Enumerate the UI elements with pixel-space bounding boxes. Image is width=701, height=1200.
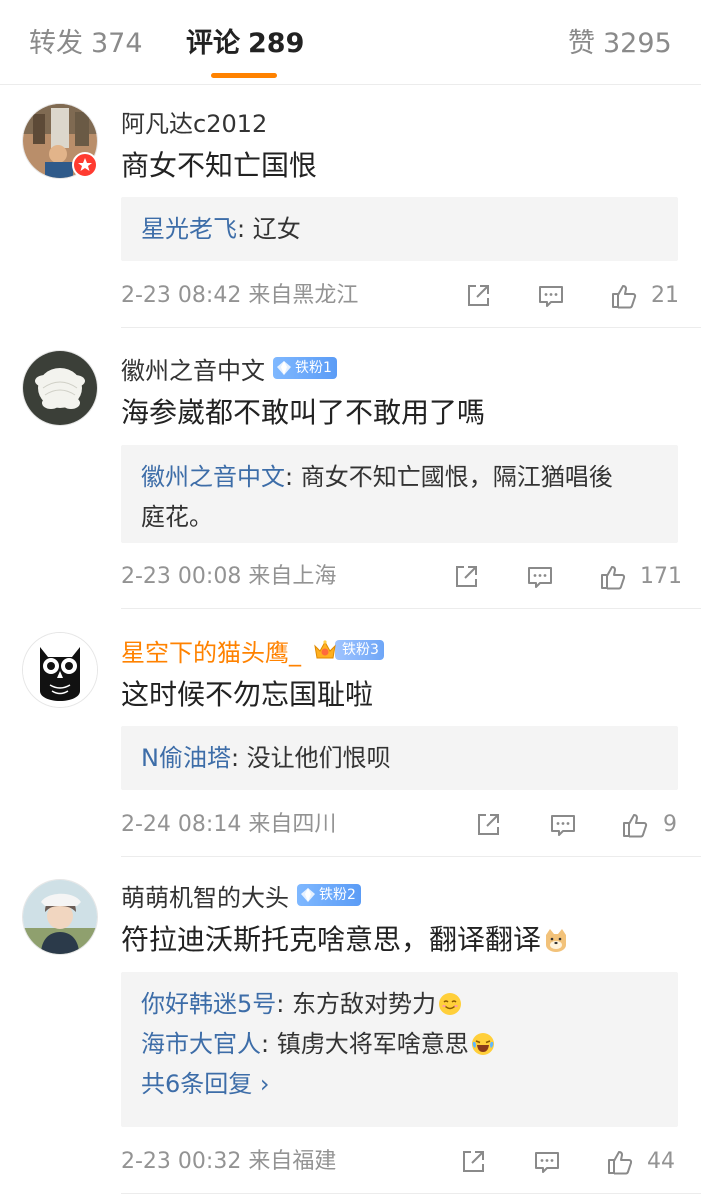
username[interactable]: 徽州之音中文 xyxy=(121,351,265,386)
reply-text-continued: 庭花。 xyxy=(141,503,213,531)
avatar[interactable] xyxy=(23,633,97,707)
laugh-cry-emoji-icon xyxy=(471,1033,494,1055)
tab-comments-label: 评论 xyxy=(186,28,240,59)
comment-location: 来自黑龙江 xyxy=(248,283,359,308)
comment-location: 来自福建 xyxy=(248,1149,337,1174)
comment-location: 来自上海 xyxy=(248,564,337,589)
comment-time: 2-23 00:32 xyxy=(121,1149,242,1174)
username-row: 星空下的猫头鹰_ 铁粉3 xyxy=(121,633,384,667)
tab-repost-label: 转发 xyxy=(29,28,83,59)
comment-icon[interactable] xyxy=(537,282,565,310)
fan-gem-icon xyxy=(277,361,291,375)
username[interactable]: 阿凡达c2012 xyxy=(121,104,267,139)
reply-text: : 辽女 xyxy=(237,215,301,243)
reply-author[interactable]: 你好韩迷5号 xyxy=(141,990,276,1018)
crown-icon xyxy=(314,640,336,659)
comment-time: 2-23 08:42 xyxy=(121,283,242,308)
tab-repost[interactable]: 转发 374 xyxy=(29,24,143,64)
fan-badge-label: 铁粉3 xyxy=(335,640,384,660)
comment-time: 2-24 08:14 xyxy=(121,812,242,837)
comment-meta: 2-23 00:08 来自上海 xyxy=(121,559,336,595)
tab-comments[interactable]: 评论 289 xyxy=(186,24,304,64)
reply-author[interactable]: 星光老飞 xyxy=(141,215,237,243)
reply-author[interactable]: 海市大官人 xyxy=(141,1030,261,1058)
fan-badge: 铁粉3 xyxy=(311,638,384,662)
divider xyxy=(121,856,701,857)
reply-text: : 东方敌对势力 xyxy=(276,990,436,1018)
meta-row: 2-23 08:42 来自黑龙江 21 xyxy=(121,278,679,314)
active-tab-indicator xyxy=(211,73,277,78)
verified-badge-icon xyxy=(72,152,98,178)
like-icon[interactable] xyxy=(610,282,638,310)
like-count: 21 xyxy=(651,283,679,308)
comment-time: 2-23 00:08 xyxy=(121,564,242,589)
comment-meta: 2-24 08:14 来自四川 xyxy=(121,807,336,843)
meta-row: 2-23 00:32 来自福建 44 xyxy=(121,1144,677,1180)
comment-text-body: 符拉迪沃斯托克啥意思，翻译翻译 xyxy=(121,923,542,956)
comment-meta: 2-23 00:32 来自福建 xyxy=(121,1144,336,1180)
tab-comments-count: 289 xyxy=(248,28,305,59)
fan-gem-icon xyxy=(301,888,315,902)
reply-line: 徽州之音中文: 商女不知亡國恨，隔江猶唱後 xyxy=(141,457,658,497)
comment-text: 符拉迪沃斯托克啥意思，翻译翻译 xyxy=(121,920,569,960)
fan-badge: 铁粉1 xyxy=(273,357,337,379)
fan-badge-label: 铁粉2 xyxy=(319,887,356,903)
avatar[interactable] xyxy=(23,351,97,425)
reply-author[interactable]: N偷油塔 xyxy=(141,744,231,772)
share-icon[interactable] xyxy=(464,282,492,310)
like-icon[interactable] xyxy=(599,563,627,591)
username[interactable]: 萌萌机智的大头 xyxy=(121,878,289,913)
reply-line: N偷油塔: 没让他们恨呗 xyxy=(141,738,658,778)
tab-likes[interactable]: 赞 3295 xyxy=(568,24,672,64)
username[interactable]: 星空下的猫头鹰_ xyxy=(121,633,301,668)
like-count: 9 xyxy=(663,812,677,837)
username-row: 阿凡达c2012 xyxy=(121,104,267,138)
comment-text: 商女不知亡国恨 xyxy=(121,149,318,182)
comment-text: 这时候不勿忘国耻啦 xyxy=(121,678,374,711)
reply-line: 海市大官人: 镇虏大将军啥意思 xyxy=(141,1024,658,1064)
comment-icon[interactable] xyxy=(526,563,554,591)
share-icon[interactable] xyxy=(474,811,502,839)
tab-bar: 转发 374 评论 289 赞 3295 xyxy=(0,0,701,85)
share-icon[interactable] xyxy=(459,1148,487,1176)
comment-text: 海参崴都不敢叫了不敢用了嗎 xyxy=(121,396,486,429)
meta-row: 2-24 08:14 来自四川 9 xyxy=(121,807,677,843)
comment-meta: 2-23 08:42 来自黑龙江 xyxy=(121,278,358,314)
doge-emoji-icon xyxy=(546,929,567,952)
reply-box[interactable]: 你好韩迷5号: 东方敌对势力 海市大官人: 镇虏大将军啥意思 共6条回复 › xyxy=(121,972,678,1127)
reply-box[interactable]: 星光老飞: 辽女 xyxy=(121,197,678,261)
divider xyxy=(121,327,701,328)
reply-box[interactable]: 徽州之音中文: 商女不知亡國恨，隔江猶唱後 庭花。 xyxy=(121,445,678,543)
reply-text: : 商女不知亡國恨，隔江猶唱後 xyxy=(285,463,613,491)
reply-author[interactable]: 徽州之音中文 xyxy=(141,463,285,491)
like-count: 44 xyxy=(647,1149,675,1174)
reply-box[interactable]: N偷油塔: 没让他们恨呗 xyxy=(121,726,678,790)
smile-emoji-icon xyxy=(439,993,461,1015)
comment-icon[interactable] xyxy=(549,811,577,839)
avatar[interactable] xyxy=(23,880,97,954)
tab-likes-label: 赞 xyxy=(568,28,595,59)
username-row: 萌萌机智的大头 铁粉2 xyxy=(121,878,361,912)
tab-likes-count: 3295 xyxy=(603,28,672,59)
like-count: 171 xyxy=(640,564,682,589)
fan-badge-label: 铁粉1 xyxy=(295,360,332,376)
reply-text: : 镇虏大将军啥意思 xyxy=(261,1030,469,1058)
reply-line: 星光老飞: 辽女 xyxy=(141,209,658,249)
tab-repost-count: 374 xyxy=(91,28,143,59)
divider xyxy=(121,608,701,609)
username-row: 徽州之音中文 铁粉1 xyxy=(121,351,337,385)
comment-location: 来自四川 xyxy=(248,812,337,837)
meta-row: 2-23 00:08 来自上海 171 xyxy=(121,559,682,595)
fan-badge: 铁粉2 xyxy=(297,884,361,906)
more-replies-link[interactable]: 共6条回复 › xyxy=(141,1064,658,1104)
divider xyxy=(121,1193,701,1194)
reply-line: 你好韩迷5号: 东方敌对势力 xyxy=(141,984,658,1024)
comment-icon[interactable] xyxy=(533,1148,561,1176)
like-icon[interactable] xyxy=(606,1148,634,1176)
reply-text: : 没让他们恨呗 xyxy=(230,744,391,772)
share-icon[interactable] xyxy=(452,563,480,591)
like-icon[interactable] xyxy=(621,811,649,839)
